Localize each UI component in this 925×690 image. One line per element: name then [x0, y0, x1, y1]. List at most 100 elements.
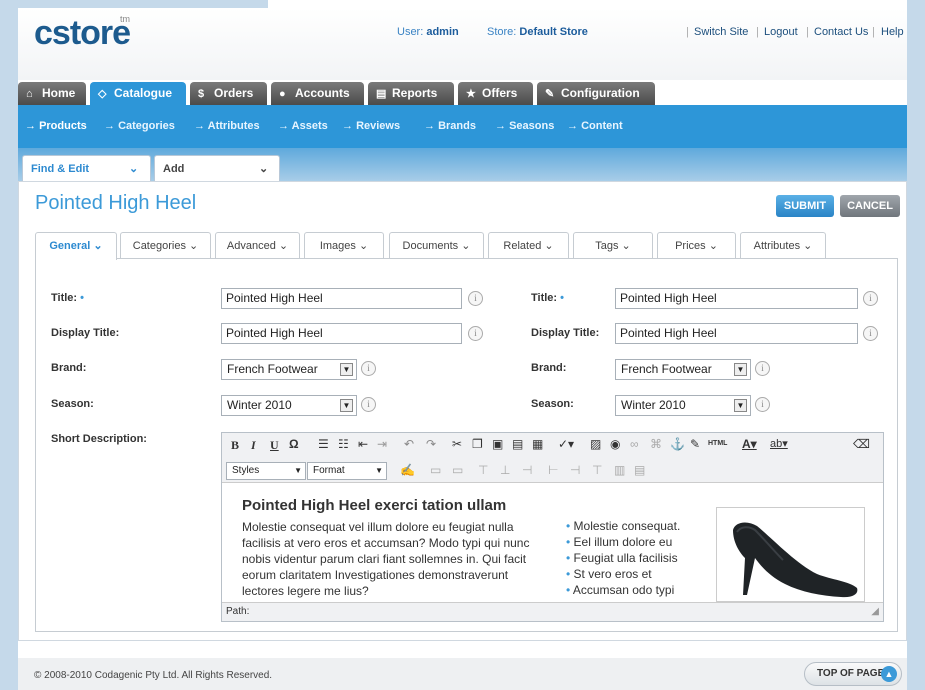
display-title-input[interactable]: Pointed High Heel	[615, 323, 858, 344]
remove-format-icon[interactable]: ⌫	[853, 437, 870, 451]
cleanup-icon[interactable]: ✎	[690, 437, 700, 451]
unlink-icon[interactable]: ⌘	[650, 437, 662, 451]
info-icon[interactable]: i	[361, 397, 376, 412]
outdent-icon[interactable]: ⇤	[358, 437, 368, 451]
table-props-icon[interactable]: ▭	[452, 463, 463, 477]
nav-tab-accounts[interactable]: ● Accounts	[271, 82, 364, 105]
subnav-seasons[interactable]: → Seasons	[495, 120, 554, 132]
col-after-icon[interactable]: ⊣	[570, 463, 580, 477]
paste-text-icon[interactable]: ▤	[512, 437, 523, 451]
copy-icon[interactable]: ❐	[472, 437, 483, 451]
subnav-reviews[interactable]: → Reviews	[342, 120, 400, 132]
contact-us-link[interactable]: Contact Us	[814, 26, 868, 38]
bullet-list-icon[interactable]: ☰	[318, 437, 329, 451]
switch-site-link[interactable]: Switch Site	[694, 26, 748, 38]
delete-row-icon[interactable]: ⊣	[522, 463, 532, 477]
subnav-attributes[interactable]: → Attributes	[194, 120, 260, 132]
subnav-assets[interactable]: → Assets	[278, 120, 328, 132]
info-icon[interactable]: i	[468, 326, 483, 341]
spellcheck-icon[interactable]: ✓▾	[558, 437, 574, 451]
required-marker: •	[80, 292, 84, 304]
link-icon[interactable]: ∞	[630, 437, 639, 451]
brand-label: Brand:	[51, 362, 87, 374]
cancel-button[interactable]: CANCEL	[840, 195, 900, 217]
display-title-input[interactable]: Pointed High Heel	[221, 323, 462, 344]
help-link[interactable]: Help	[881, 26, 904, 38]
info-icon[interactable]: i	[755, 397, 770, 412]
subnav-brands[interactable]: → Brands	[424, 120, 476, 132]
brand-select[interactable]: French Footwear ▼	[221, 359, 357, 380]
season-select[interactable]: Winter 2010 ▼	[615, 395, 751, 416]
find-edit-dropdown[interactable]: Find & Edit ⌄	[22, 155, 151, 182]
numbered-list-icon[interactable]: ☷	[338, 437, 349, 451]
editor-path-bar: Path: ◢	[222, 602, 883, 621]
title-input[interactable]: Pointed High Heel	[221, 288, 462, 309]
nav-tab-orders[interactable]: $ Orders	[190, 82, 267, 105]
logout-link[interactable]: Logout	[764, 26, 798, 38]
anchor-icon[interactable]: ⚓	[670, 437, 685, 451]
edit-icon[interactable]: ✍	[400, 463, 415, 477]
tab-prices[interactable]: Prices ⌄	[657, 232, 736, 259]
col-before-icon[interactable]: ⊢	[548, 463, 558, 477]
tab-tags[interactable]: Tags ⌄	[573, 232, 653, 259]
tab-related[interactable]: Related ⌄	[488, 232, 569, 259]
tab-documents[interactable]: Documents ⌄	[389, 232, 484, 259]
top-of-page-button[interactable]: TOP OF PAGE ▲	[804, 662, 902, 686]
season-select[interactable]: Winter 2010 ▼	[221, 395, 357, 416]
tab-images[interactable]: Images ⌄	[304, 232, 384, 259]
styles-select[interactable]: Styles ▼	[226, 462, 306, 480]
delete-col-icon[interactable]: ⊤	[592, 463, 602, 477]
nav-tab-catalogue[interactable]: ◇ Catalogue	[90, 82, 186, 105]
subnav-products[interactable]: → Products	[25, 120, 87, 132]
user-value: admin	[426, 26, 459, 38]
logo[interactable]: cstore	[34, 14, 131, 53]
text-color-icon[interactable]: A▾	[742, 437, 757, 451]
nav-tab-offers[interactable]: ★ Offers	[458, 82, 533, 105]
redo-icon[interactable]: ↷	[426, 437, 436, 451]
nav-tab-configuration[interactable]: ✎ Configuration	[537, 82, 655, 105]
indent-icon[interactable]: ⇥	[377, 437, 387, 451]
info-icon[interactable]: i	[863, 291, 878, 306]
italic-icon[interactable]: I	[251, 438, 256, 453]
media-icon[interactable]: ◉	[610, 437, 620, 451]
highlight-color-icon[interactable]: ab▾	[770, 437, 788, 450]
list-item: • St vero eros et	[566, 567, 652, 581]
tab-advanced[interactable]: Advanced ⌄	[215, 232, 300, 259]
tab-general[interactable]: General ⌄	[35, 232, 117, 260]
cut-icon[interactable]: ✂	[452, 437, 462, 451]
add-dropdown[interactable]: Add ⌄	[154, 155, 280, 182]
title-input[interactable]: Pointed High Heel	[615, 288, 858, 309]
resize-handle-icon[interactable]: ◢	[871, 603, 879, 621]
subnav-content[interactable]: → Content	[567, 120, 623, 132]
underline-icon[interactable]: U	[270, 438, 279, 453]
row-after-icon[interactable]: ⊥	[500, 463, 510, 477]
row-before-icon[interactable]: ⊤	[478, 463, 488, 477]
bold-icon[interactable]: B	[231, 438, 239, 453]
brand-select[interactable]: French Footwear ▼	[615, 359, 751, 380]
tab-attributes[interactable]: Attributes ⌄	[740, 232, 826, 259]
short-description-label: Short Description:	[51, 433, 147, 445]
arrow-up-icon: ▲	[881, 666, 897, 682]
image-icon[interactable]: ▨	[590, 437, 601, 451]
format-select[interactable]: Format ▼	[307, 462, 387, 480]
nav-tab-reports[interactable]: ▤ Reports	[368, 82, 454, 105]
nav-tab-home[interactable]: ⌂ Home	[18, 82, 86, 105]
subnav-categories[interactable]: → Categories	[104, 120, 175, 132]
special-char-icon[interactable]: Ω	[289, 437, 299, 451]
html-icon[interactable]: HTML	[708, 440, 727, 447]
tab-categories[interactable]: Categories ⌄	[120, 232, 211, 259]
store-info: Store: Default Store	[487, 26, 588, 38]
submit-button[interactable]: SUBMIT	[776, 195, 834, 217]
info-icon[interactable]: i	[755, 361, 770, 376]
info-icon[interactable]: i	[361, 361, 376, 376]
paste-word-icon[interactable]: ▦	[532, 437, 543, 451]
undo-icon[interactable]: ↶	[404, 437, 414, 451]
info-icon[interactable]: i	[863, 326, 878, 341]
paste-icon[interactable]: ▣	[492, 437, 503, 451]
star-icon: ★	[466, 88, 476, 100]
product-image[interactable]	[716, 507, 865, 602]
merge-cells-icon[interactable]: ▤	[634, 463, 645, 477]
split-cells-icon[interactable]: ▥	[614, 463, 625, 477]
info-icon[interactable]: i	[468, 291, 483, 306]
table-icon[interactable]: ▭	[430, 463, 441, 477]
